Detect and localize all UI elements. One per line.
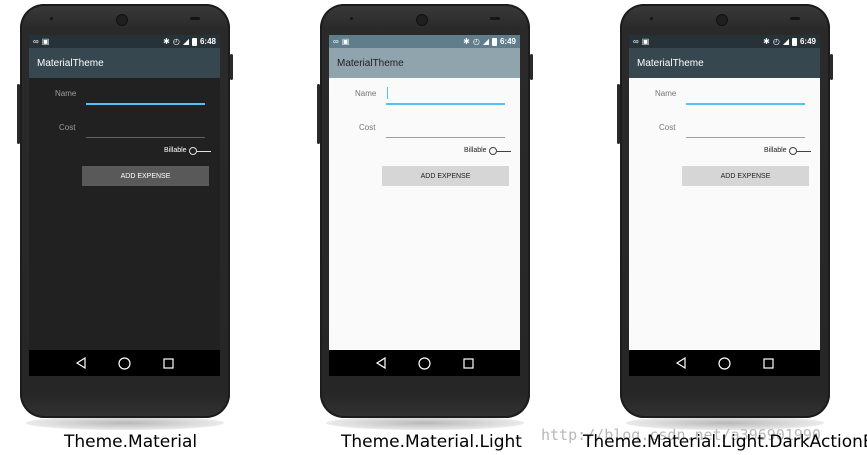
- add-expense-button[interactable]: ADD EXPENSE: [82, 166, 209, 186]
- device-theme-material-light: ∞ ▣ ✱ ◴ ◢ 6:49 MaterialTheme Name Cost B…: [317, 4, 533, 430]
- phone-shadow: [26, 416, 224, 430]
- home-icon[interactable]: [118, 356, 132, 370]
- cost-label: Cost: [659, 123, 676, 132]
- billable-label: Billable: [164, 147, 187, 154]
- sensor-dot: [50, 17, 53, 20]
- device-theme-material-light-darkactionbar: ∞ ▣ ✱ ◴ ◢ 6:49 MaterialTheme Name Cost B…: [617, 4, 833, 430]
- power-button: [230, 54, 233, 80]
- billable-switch[interactable]: [489, 147, 497, 155]
- billable-switch-track: [497, 151, 511, 152]
- voicemail-icon: ∞: [633, 36, 639, 46]
- front-camera: [416, 14, 428, 26]
- caption-theme-material-light-darkactionbar: Theme.Material.Light.DarkActionBar: [583, 432, 867, 452]
- billable-switch-track: [197, 151, 211, 152]
- screen: ∞ ▣ ✱ ◴ ◢ 6:49 MaterialTheme Name Cost B…: [329, 35, 520, 376]
- phone-body: ∞ ▣ ✱ ◴ ◢ 6:48 MaterialTheme Name Cost B…: [17, 4, 233, 418]
- sensor-dot: [650, 17, 653, 20]
- notification-icon: ▣: [641, 36, 650, 46]
- volume-button: [617, 84, 620, 144]
- proximity-sensor: [790, 17, 800, 20]
- status-bar: ∞ ▣ ✱ ◴ ◢ 6:48: [29, 35, 220, 48]
- recents-icon[interactable]: [763, 357, 774, 369]
- app-title: MaterialTheme: [637, 57, 704, 69]
- recents-icon[interactable]: [463, 357, 474, 369]
- front-camera: [116, 14, 128, 26]
- text-cursor: [387, 87, 388, 99]
- billable-switch[interactable]: [789, 147, 797, 155]
- battery-icon: [491, 37, 497, 46]
- cost-input[interactable]: [686, 137, 805, 138]
- alarm-icon: ◴: [172, 36, 180, 46]
- alarm-icon: ◴: [772, 36, 780, 46]
- name-input[interactable]: [86, 103, 205, 105]
- add-expense-button[interactable]: ADD EXPENSE: [682, 166, 809, 186]
- voicemail-icon: ∞: [33, 36, 39, 46]
- proximity-sensor: [190, 17, 200, 20]
- home-icon[interactable]: [418, 356, 432, 370]
- signal-icon: ◢: [782, 36, 789, 46]
- phone-shadow: [326, 416, 524, 430]
- name-label: Name: [655, 89, 677, 98]
- battery-icon: [191, 37, 197, 46]
- billable-label: Billable: [464, 147, 487, 154]
- back-icon[interactable]: [75, 357, 87, 369]
- recents-icon[interactable]: [163, 357, 174, 369]
- app-title: MaterialTheme: [37, 57, 104, 69]
- sensor-dot: [350, 17, 353, 20]
- billable-switch[interactable]: [189, 147, 197, 155]
- volume-button: [17, 84, 20, 144]
- status-bar: ∞ ▣ ✱ ◴ ◢ 6:49: [629, 35, 820, 48]
- caption-theme-material-light: Theme.Material.Light: [341, 432, 522, 452]
- power-button: [830, 54, 833, 80]
- action-bar: MaterialTheme: [629, 48, 820, 78]
- billable-label: Billable: [764, 147, 787, 154]
- app-title: MaterialTheme: [337, 57, 404, 69]
- back-icon[interactable]: [375, 357, 387, 369]
- status-time: 6:49: [799, 37, 816, 46]
- notification-icon: ▣: [341, 36, 350, 46]
- name-label: Name: [355, 89, 377, 98]
- bluetooth-icon: ✱: [463, 36, 470, 46]
- name-input[interactable]: [386, 103, 505, 105]
- back-icon[interactable]: [675, 357, 687, 369]
- power-button: [530, 54, 533, 80]
- cost-input[interactable]: [86, 137, 205, 138]
- name-label: Name: [55, 89, 77, 98]
- screen: ∞ ▣ ✱ ◴ ◢ 6:48 MaterialTheme Name Cost B…: [29, 35, 220, 376]
- status-time: 6:49: [499, 37, 516, 46]
- phone-body: ∞ ▣ ✱ ◴ ◢ 6:49 MaterialTheme Name Cost B…: [617, 4, 833, 418]
- cost-label: Cost: [59, 123, 76, 132]
- alarm-icon: ◴: [472, 36, 480, 46]
- device-theme-material: ∞ ▣ ✱ ◴ ◢ 6:48 MaterialTheme Name Cost B…: [17, 4, 233, 430]
- bluetooth-icon: ✱: [763, 36, 770, 46]
- name-input[interactable]: [686, 103, 805, 105]
- action-bar: MaterialTheme: [29, 48, 220, 78]
- notification-icon: ▣: [41, 36, 50, 46]
- navigation-bar: [629, 350, 820, 376]
- status-time: 6:48: [199, 37, 216, 46]
- navigation-bar: [29, 350, 220, 376]
- home-icon[interactable]: [718, 356, 732, 370]
- caption-theme-material: Theme.Material: [64, 432, 198, 452]
- screen: ∞ ▣ ✱ ◴ ◢ 6:49 MaterialTheme Name Cost B…: [629, 35, 820, 376]
- battery-icon: [791, 37, 797, 46]
- navigation-bar: [329, 350, 520, 376]
- volume-button: [317, 84, 320, 144]
- signal-icon: ◢: [182, 36, 189, 46]
- proximity-sensor: [490, 17, 500, 20]
- status-bar: ∞ ▣ ✱ ◴ ◢ 6:49: [329, 35, 520, 48]
- cost-input[interactable]: [386, 137, 505, 138]
- signal-icon: ◢: [482, 36, 489, 46]
- voicemail-icon: ∞: [333, 36, 339, 46]
- cost-label: Cost: [359, 123, 376, 132]
- front-camera: [716, 14, 728, 26]
- add-expense-button[interactable]: ADD EXPENSE: [382, 166, 509, 186]
- billable-switch-track: [797, 151, 811, 152]
- phone-body: ∞ ▣ ✱ ◴ ◢ 6:49 MaterialTheme Name Cost B…: [317, 4, 533, 418]
- action-bar: MaterialTheme: [329, 48, 520, 78]
- bluetooth-icon: ✱: [163, 36, 170, 46]
